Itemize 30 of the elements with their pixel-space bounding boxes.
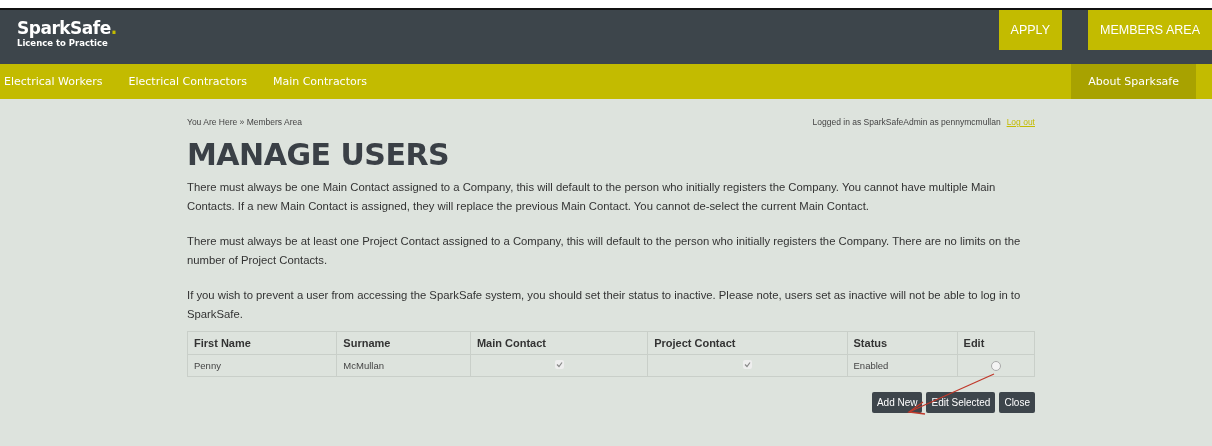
column-header: Main Contact [470, 331, 648, 355]
logout-link[interactable]: Log out [1006, 117, 1035, 127]
login-status: Logged in as SparkSafeAdmin as pennymcmullan [812, 117, 1001, 127]
column-header: Project Contact [647, 331, 847, 355]
page-title: MANAGE USERS [187, 137, 451, 172]
action-button[interactable]: Close [999, 392, 1035, 414]
checkbox[interactable] [554, 360, 564, 370]
info-paragraph: There must always be one Main Contact assigned to a Company, this will default to the person who initially registers the Company. You cannot have multiple Main Contacts. If a new Main Contact is assigned, they will replace the previous Main Contact. You cannot de-select the current Main Contact. [187, 180, 997, 214]
header-button[interactable]: APPLY [998, 10, 1062, 50]
tagline: Licence to Practice [17, 38, 109, 48]
radio-button[interactable] [990, 361, 1001, 372]
column-header: First Name [187, 331, 337, 355]
checkbox[interactable] [742, 360, 752, 370]
table-cell: Enabled [847, 354, 958, 377]
nav-link[interactable]: About Sparksafe [1071, 64, 1196, 99]
column-header: Edit [957, 331, 1035, 355]
table-cell: McMullan [336, 354, 471, 377]
action-button[interactable]: Add New [871, 392, 923, 414]
header-button[interactable]: MEMBERS AREA [1087, 10, 1212, 50]
nav-link[interactable]: Electrical Workers [0, 64, 112, 99]
table-cell: Penny [187, 354, 337, 377]
breadcrumb: You Are Here » Members Area [187, 117, 302, 127]
column-header: Status [847, 331, 958, 355]
nav-link[interactable]: Electrical Contractors [119, 64, 256, 99]
info-paragraph: There must always be at least one Project Contact assigned to a Company, this will default to the person who initially registers the Company. There are no limits on the number of Project Contacts. [187, 234, 1022, 268]
logo-text: SparkSafe. [17, 18, 118, 38]
info-paragraph: If you wish to prevent a user from accessing the SparkSafe system, you should set their status to inactive. Please note, users set as inactive will not be able to log in to SparkSafe. [187, 288, 1022, 322]
column-header: Surname [336, 331, 471, 355]
action-button[interactable]: Edit Selected [926, 392, 996, 414]
nav-link[interactable]: Main Contractors [263, 64, 376, 99]
